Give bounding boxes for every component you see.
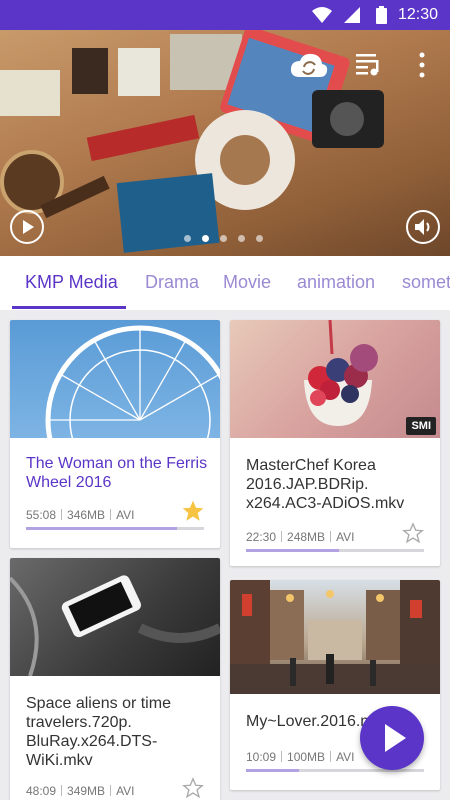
play-icon xyxy=(385,724,406,752)
media-card[interactable]: Space aliens or time travelers.720p. Blu… xyxy=(10,558,220,800)
file-size: 248MB xyxy=(287,530,326,544)
thumbnail xyxy=(10,558,220,676)
hero-image xyxy=(0,30,450,256)
carousel-dot[interactable] xyxy=(238,235,245,242)
more-icon[interactable] xyxy=(418,52,426,78)
format: AVI xyxy=(116,508,135,522)
category-tabs: KMP Media Drama Movie animation somet xyxy=(0,256,450,310)
play-button[interactable] xyxy=(10,210,44,244)
media-meta: 55:08 346MB AVI xyxy=(26,508,135,522)
cloud-sync-icon[interactable] xyxy=(290,52,328,78)
thumbnail xyxy=(10,320,220,438)
signal-icon xyxy=(344,7,360,23)
media-card[interactable]: The Woman on the Ferris Wheel 2016 55:08… xyxy=(10,320,220,548)
format: AVI xyxy=(336,750,355,764)
media-card[interactable]: SMI MasterChef Korea 2016.JAP.BDRip. x26… xyxy=(230,320,440,566)
tab-indicator xyxy=(12,306,126,309)
wifi-icon xyxy=(312,7,332,23)
tab-kmp-media[interactable]: KMP Media xyxy=(25,272,118,293)
media-title: The Woman on the Ferris Wheel 2016 xyxy=(26,455,208,491)
tab-something[interactable]: somet xyxy=(402,272,450,293)
progress-bar xyxy=(26,527,204,530)
star-icon[interactable] xyxy=(182,777,204,799)
media-title: Space aliens or time travelers.720p. Blu… xyxy=(26,695,171,769)
carousel-dot[interactable] xyxy=(256,235,263,242)
status-bar: 12:30 xyxy=(0,0,450,30)
format: AVI xyxy=(116,784,135,798)
media-meta: 48:09 349MB AVI xyxy=(26,784,135,798)
play-icon xyxy=(23,220,34,234)
file-size: 100MB xyxy=(287,750,326,764)
progress-bar xyxy=(246,549,424,552)
subtitle-badge: SMI xyxy=(406,417,436,435)
play-fab-button[interactable] xyxy=(360,706,424,770)
tab-movie[interactable]: Movie xyxy=(223,272,271,293)
media-meta: 10:09 100MB AVI xyxy=(246,750,355,764)
tab-animation[interactable]: animation xyxy=(297,272,375,293)
carousel-dot[interactable] xyxy=(220,235,227,242)
carousel-indicator xyxy=(184,235,263,242)
battery-icon xyxy=(376,6,387,24)
carousel-dot[interactable] xyxy=(202,235,209,242)
duration: 55:08 xyxy=(26,508,57,522)
file-size: 349MB xyxy=(67,784,106,798)
playlist-icon[interactable] xyxy=(356,52,382,76)
carousel-dot[interactable] xyxy=(184,235,191,242)
hero-banner[interactable] xyxy=(0,30,450,256)
tab-drama[interactable]: Drama xyxy=(145,272,199,293)
thumbnail: SMI xyxy=(230,320,440,438)
file-size: 346MB xyxy=(67,508,106,522)
clock: 12:30 xyxy=(397,6,438,23)
star-icon[interactable] xyxy=(402,522,424,544)
media-title: MasterChef Korea 2016.JAP.BDRip. x264.AC… xyxy=(246,457,405,512)
star-icon[interactable] xyxy=(182,500,204,522)
duration: 10:09 xyxy=(246,750,277,764)
format: AVI xyxy=(336,530,355,544)
duration: 22:30 xyxy=(246,530,277,544)
volume-icon xyxy=(415,219,430,235)
thumbnail xyxy=(230,580,440,694)
duration: 48:09 xyxy=(26,784,57,798)
media-meta: 22:30 248MB AVI xyxy=(246,530,355,544)
volume-button[interactable] xyxy=(406,210,440,244)
